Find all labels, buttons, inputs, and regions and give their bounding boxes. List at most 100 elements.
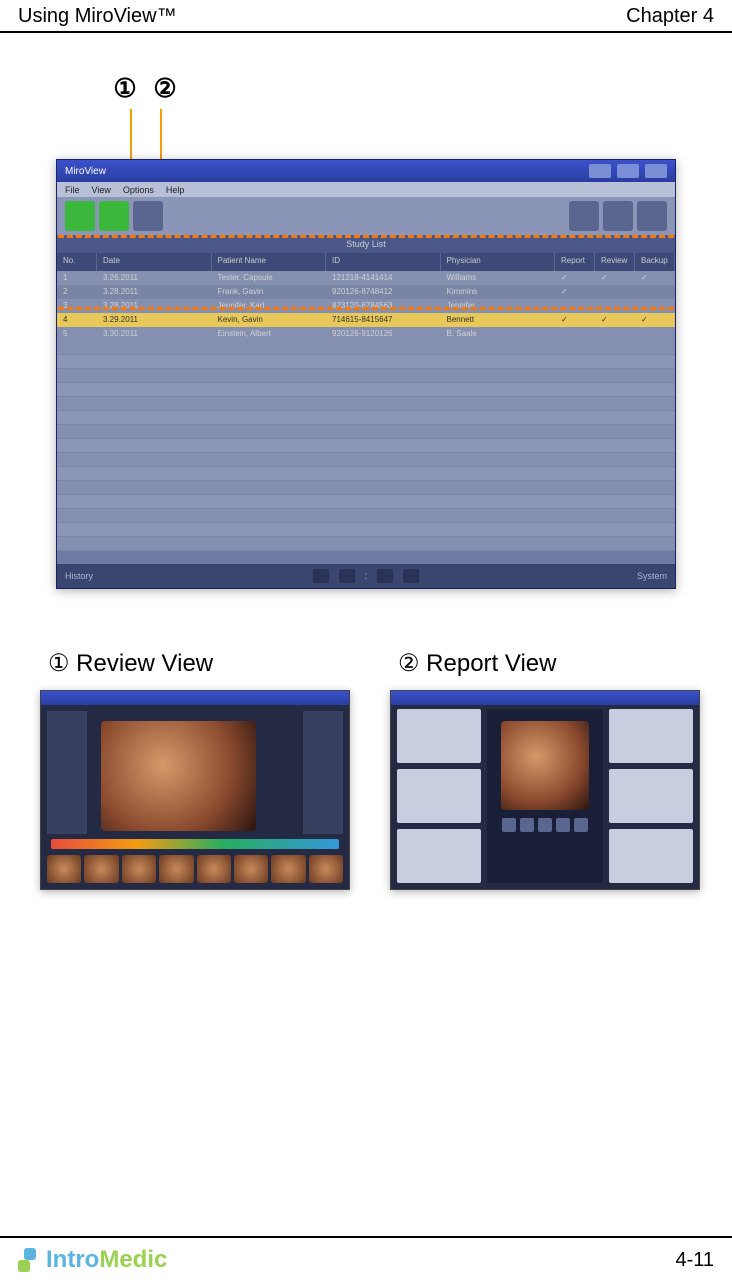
status-right-button[interactable]: System [629, 571, 675, 581]
highlight-dashed-box [56, 235, 676, 310]
app-title: MiroView [65, 166, 106, 177]
empty-row [57, 425, 675, 439]
status-left-button[interactable]: History [57, 571, 101, 581]
cell: 4 [57, 313, 97, 327]
menu-item[interactable]: Options [123, 185, 154, 195]
toolbar-report-button[interactable] [99, 201, 129, 231]
strip-item[interactable] [159, 855, 193, 883]
cell: 3.30.2011 [97, 327, 212, 341]
empty-row [57, 383, 675, 397]
title-bar-controls [589, 164, 667, 178]
empty-row [57, 481, 675, 495]
cell: Einstein, Albert [212, 327, 327, 341]
header-right: Chapter 4 [626, 5, 714, 28]
menu-item[interactable]: Help [166, 185, 185, 195]
toolbar-button[interactable] [637, 201, 667, 231]
logo-icon [18, 1248, 42, 1272]
review-left-panel [47, 711, 87, 834]
cell: B. Saale [441, 327, 556, 341]
menu-item[interactable]: File [65, 185, 80, 195]
pointer-lines [120, 109, 702, 164]
report-grid [397, 709, 693, 883]
empty-row [57, 467, 675, 481]
empty-row [57, 523, 675, 537]
empty-row [57, 369, 675, 383]
logo-intro-text: Intro [46, 1246, 99, 1274]
close-button[interactable] [645, 164, 667, 178]
empty-row [57, 537, 675, 551]
report-cell [609, 829, 693, 883]
empty-row [57, 411, 675, 425]
toolbar-button[interactable] [569, 201, 599, 231]
cell: Kevin, Gavin [212, 313, 327, 327]
page-content: ① ② MiroView File View Options Help [0, 33, 732, 930]
status-pip [313, 569, 329, 583]
empty-row [57, 495, 675, 509]
logo-medic-text: Medic [99, 1246, 167, 1274]
report-cell [397, 829, 481, 883]
toolbar-review-button[interactable] [65, 201, 95, 231]
review-view-label: ① Review View [40, 649, 350, 678]
page-number: 4-11 [675, 1249, 714, 1272]
report-view-column: ② Report View [390, 649, 700, 890]
table-row[interactable]: 5 3.30.2011 Einstein, Albert 920126-9120… [57, 327, 675, 341]
menu-bar: File View Options Help [57, 182, 675, 197]
annotation-one-label: ① [110, 73, 140, 104]
cell [635, 327, 675, 341]
menu-item[interactable]: View [92, 185, 111, 195]
report-nav-controls [502, 818, 588, 832]
cell: 714615-8415647 [326, 313, 441, 327]
pointer-line-one [120, 109, 140, 164]
toolbar-button[interactable] [603, 201, 633, 231]
thumb-titlebar [391, 691, 699, 705]
empty-row [57, 355, 675, 369]
status-pip [377, 569, 393, 583]
annotation-two-label: ② [150, 73, 180, 104]
strip-item[interactable] [197, 855, 231, 883]
empty-row [57, 341, 675, 355]
review-view-thumbnail [40, 690, 350, 890]
empty-row [57, 397, 675, 411]
report-cell [609, 769, 693, 823]
annotation-row: ① ② [110, 73, 702, 104]
report-view-label: ② Report View [390, 649, 700, 678]
page-header: Using MiroView™ Chapter 4 [0, 0, 732, 33]
cell: 5 [57, 327, 97, 341]
report-center-panel [487, 709, 604, 883]
toolbar-button[interactable] [133, 201, 163, 231]
strip-item[interactable] [309, 855, 343, 883]
next-button[interactable] [538, 818, 552, 832]
thumbnail-strip [47, 855, 343, 883]
strip-item[interactable] [234, 855, 268, 883]
cell: ✓ [555, 313, 595, 327]
cell: 3.29.2011 [97, 313, 212, 327]
cell: ✓ [635, 313, 675, 327]
empty-row [57, 453, 675, 467]
strip-item[interactable] [271, 855, 305, 883]
cell [555, 327, 595, 341]
table-row-selected[interactable]: 4 3.29.2011 Kevin, Gavin 714615-8415647 … [57, 313, 675, 327]
status-pip [403, 569, 419, 583]
views-row: ① Review View ② Rep [30, 649, 702, 890]
timeline-bar[interactable] [51, 839, 339, 849]
grid-body: 1 3.26.2011 Tester, Capsule 121218-41414… [57, 271, 675, 551]
play-button[interactable] [520, 818, 534, 832]
status-pip [339, 569, 355, 583]
title-bar: MiroView [57, 160, 675, 182]
strip-item[interactable] [122, 855, 156, 883]
cell: 920126-9120126 [326, 327, 441, 341]
prev-button[interactable] [502, 818, 516, 832]
cell: ✓ [595, 313, 635, 327]
strip-item[interactable] [84, 855, 118, 883]
next-button[interactable] [574, 818, 588, 832]
main-app-screenshot: MiroView File View Options Help Study Li… [56, 159, 676, 589]
endoscopy-image [501, 721, 589, 810]
next-button[interactable] [556, 818, 570, 832]
report-cell [397, 769, 481, 823]
toolbar [57, 197, 675, 235]
max-button[interactable] [617, 164, 639, 178]
min-button[interactable] [589, 164, 611, 178]
strip-item[interactable] [47, 855, 81, 883]
page-footer: IntroMedic 4-11 [0, 1236, 732, 1282]
endoscopy-image [101, 721, 256, 831]
